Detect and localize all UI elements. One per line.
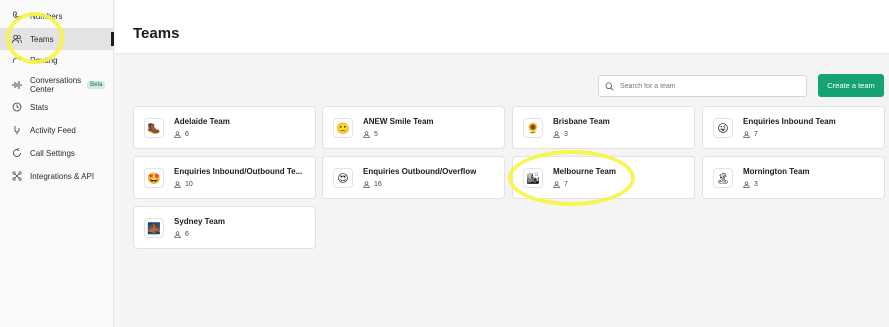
team-card[interactable]: 🥾 Adelaide Team 6	[133, 106, 316, 149]
team-card[interactable]: 🏝 Mornington Team 3	[702, 156, 885, 199]
team-avatar: 🌉	[144, 218, 164, 238]
sidebar-item-label: Routing	[30, 55, 58, 65]
sidebar-item-label: Activity Feed	[30, 125, 76, 135]
team-card[interactable]: 🤩 Enquiries Inbound/Outbound Te... 10	[133, 156, 316, 199]
activity-icon	[8, 125, 26, 135]
team-name: Enquiries Inbound/Outbound Te...	[174, 167, 303, 176]
team-member-count: 16	[363, 181, 382, 188]
person-icon	[174, 181, 181, 188]
team-member-count: 7	[553, 181, 568, 188]
person-icon	[743, 181, 750, 188]
team-avatar: 😍	[333, 168, 353, 188]
team-card[interactable]: 😜 Enquiries Inbound Team 7	[702, 106, 885, 149]
sidebar-item-label: Stats	[30, 102, 49, 112]
sidebar-item-teams[interactable]: Teams	[0, 28, 114, 50]
team-name: Sydney Team	[174, 217, 225, 226]
team-member-count: 3	[743, 181, 758, 188]
team-member-count: 5	[363, 131, 378, 138]
sidebar-item-label: Call Settings	[30, 148, 75, 158]
team-avatar: 🙂	[333, 118, 353, 138]
team-name: ANEW Smile Team	[363, 117, 434, 126]
team-avatar: 🏙	[523, 168, 543, 188]
team-card[interactable]: 🏙 Melbourne Team 7	[512, 156, 695, 199]
person-icon	[174, 231, 181, 238]
routing-icon	[8, 55, 26, 65]
team-card[interactable]: 🌻 Brisbane Team 3	[512, 106, 695, 149]
team-avatar: 🤩	[144, 168, 164, 188]
beta-badge: Beta	[87, 81, 106, 89]
page-title: Teams	[133, 25, 180, 42]
person-icon	[174, 131, 181, 138]
call-settings-icon	[8, 148, 26, 158]
team-card[interactable]: 🌉 Sydney Team 6	[133, 206, 316, 249]
clock-icon	[8, 102, 26, 112]
team-avatar: 😜	[713, 118, 733, 138]
person-icon	[363, 181, 370, 188]
team-card[interactable]: 🙂 ANEW Smile Team 5	[322, 106, 505, 149]
team-avatar: 🏝	[713, 168, 733, 188]
page-header: Teams	[115, 0, 889, 54]
team-member-count: 10	[174, 181, 193, 188]
team-member-count: 6	[174, 231, 189, 238]
team-name: Melbourne Team	[553, 167, 616, 176]
team-member-count: 3	[553, 131, 568, 138]
team-name: Brisbane Team	[553, 117, 610, 126]
team-name: Mornington Team	[743, 167, 810, 176]
team-name: Enquiries Outbound/Overflow	[363, 167, 477, 176]
team-name: Enquiries Inbound Team	[743, 117, 836, 126]
sidebar-item-stats[interactable]: Stats	[0, 99, 114, 115]
sidebar-item-routing[interactable]: Routing	[0, 52, 114, 68]
person-icon	[553, 181, 560, 188]
sidebar-item-label: Integrations & API	[30, 171, 95, 181]
create-team-button[interactable]: Create a team	[818, 74, 884, 97]
sidebar-item-call-settings[interactable]: Call Settings	[0, 145, 114, 161]
sidebar: Numbers Teams Routing Conversations Cente…	[0, 0, 114, 327]
teams-icon	[8, 34, 26, 44]
sidebar-item-label: Numbers	[30, 11, 63, 21]
team-name: Adelaide Team	[174, 117, 230, 126]
person-icon	[743, 131, 750, 138]
phone-icon	[8, 11, 26, 21]
search-input[interactable]	[620, 82, 800, 90]
waveform-icon	[8, 80, 26, 90]
team-member-count: 7	[743, 131, 758, 138]
team-avatar: 🌻	[523, 118, 543, 138]
search-icon	[605, 81, 614, 91]
integrations-icon	[8, 171, 26, 181]
sidebar-item-conversations-center[interactable]: Conversations Center Beta	[0, 75, 114, 95]
sidebar-item-activity-feed[interactable]: Activity Feed	[0, 122, 114, 138]
sidebar-item-numbers[interactable]: Numbers	[0, 7, 114, 25]
main-content: Teams Create a team 🥾 Adelaide Team 6 🙂 …	[115, 0, 889, 327]
sidebar-item-integrations[interactable]: Integrations & API	[0, 168, 114, 184]
sidebar-item-label: Teams	[30, 34, 54, 44]
sidebar-item-label: Conversations Center	[30, 76, 82, 94]
team-avatar: 🥾	[144, 118, 164, 138]
team-member-count: 6	[174, 131, 189, 138]
search-box[interactable]	[598, 75, 807, 97]
person-icon	[553, 131, 560, 138]
person-icon	[363, 131, 370, 138]
team-card[interactable]: 😍 Enquiries Outbound/Overflow 16	[322, 156, 505, 199]
